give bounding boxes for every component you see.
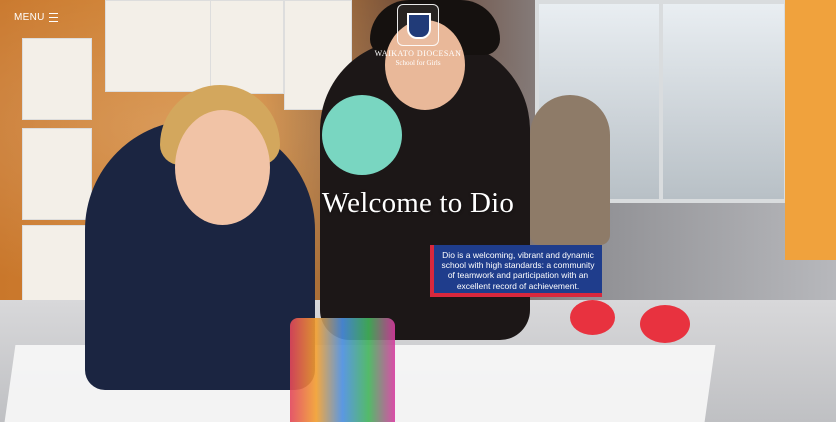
school-name: WAIKATO DIOCESAN (374, 49, 462, 58)
red-roller-skate-wheel (640, 305, 690, 343)
school-crest-icon (397, 4, 439, 46)
hamburger-icon (48, 13, 58, 22)
hero-title: Welcome to Dio (321, 187, 515, 219)
school-logo[interactable]: WAIKATO DIOCESAN School for Girls (372, 4, 464, 67)
menu-button[interactable]: MENU (14, 12, 58, 23)
board-sketch (22, 225, 92, 312)
teal-flower (322, 95, 402, 175)
school-subtitle: School for Girls (395, 59, 441, 67)
sewing-pegboard (785, 0, 836, 260)
board-sketch (22, 38, 92, 120)
menu-label: MENU (14, 12, 45, 23)
pencil-cup (290, 318, 395, 422)
red-roller-skate-wheel (570, 300, 615, 335)
mannequin (530, 95, 610, 245)
hero-message: Dio is a welcoming, vibrant and dynamic … (430, 245, 602, 297)
board-sketch (105, 0, 212, 92)
board-sketch (210, 0, 284, 94)
